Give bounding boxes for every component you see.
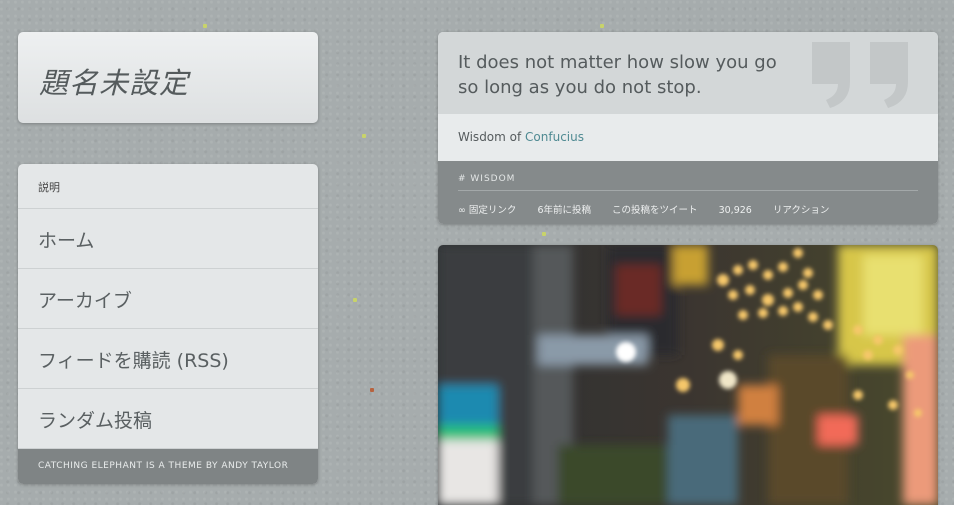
nav-item-random-post[interactable]: ランダム投稿 bbox=[18, 389, 318, 449]
reactions-count: 30,926 bbox=[718, 205, 752, 216]
nav-item-home[interactable]: ホーム bbox=[18, 209, 318, 269]
meta-divider bbox=[458, 190, 918, 191]
decor-speck bbox=[203, 24, 207, 28]
description-label: 説明 bbox=[18, 164, 318, 209]
theme-credit[interactable]: CATCHING ELEPHANT IS A THEME BY ANDY TAY… bbox=[18, 449, 318, 484]
decor-speck bbox=[600, 24, 604, 28]
quote-source-link[interactable]: Confucius bbox=[525, 130, 584, 144]
nav-item-rss[interactable]: フィードを購読 (RSS) bbox=[18, 329, 318, 389]
quote-post: It does not matter how slow you go so lo… bbox=[438, 32, 938, 224]
quote-source: Wisdom of Confucius bbox=[458, 130, 584, 144]
decor-speck bbox=[353, 298, 357, 302]
quote-mark-icon bbox=[812, 42, 908, 108]
quote-source-prefix: Wisdom of bbox=[458, 130, 526, 144]
photo-post-image[interactable] bbox=[438, 245, 938, 505]
post-actions: ∞ 固定リンク 6年前に投稿 この投稿をツイート 30,926 リアクション bbox=[458, 202, 865, 216]
sidebar-nav: 説明 ホーム アーカイブ フィードを購読 (RSS) ランダム投稿 CATCHI… bbox=[18, 164, 318, 484]
blog-title-panel[interactable]: 題名未設定 bbox=[18, 32, 318, 123]
decor-speck bbox=[542, 232, 546, 236]
quote-text: It does not matter how slow you go so lo… bbox=[458, 52, 777, 98]
post-meta-bar: # WISDOM ∞ 固定リンク 6年前に投稿 この投稿をツイート 30,926… bbox=[438, 161, 938, 224]
permalink-link[interactable]: ∞ 固定リンク bbox=[458, 205, 516, 216]
tweet-link[interactable]: この投稿をツイート bbox=[612, 205, 698, 216]
decor-speck bbox=[362, 134, 366, 138]
nav-item-archive[interactable]: アーカイブ bbox=[18, 269, 318, 329]
decor-speck bbox=[370, 388, 374, 392]
reactions-label: リアクション bbox=[769, 205, 830, 216]
post-tag[interactable]: # WISDOM bbox=[458, 174, 515, 184]
reactions-link[interactable]: 30,926 リアクション bbox=[719, 205, 848, 216]
posted-time[interactable]: 6年前に投稿 bbox=[537, 205, 591, 216]
blog-title[interactable]: 題名未設定 bbox=[39, 60, 189, 102]
